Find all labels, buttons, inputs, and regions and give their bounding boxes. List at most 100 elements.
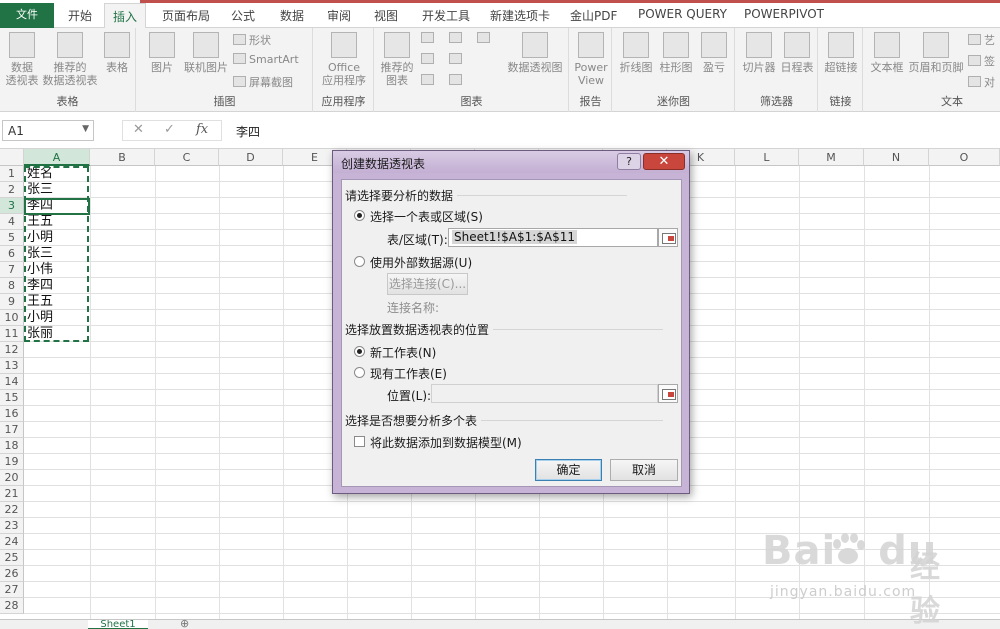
tab-developer[interactable]: 开发工具 — [422, 7, 470, 24]
row-header-2[interactable]: 2 — [0, 182, 24, 198]
col-header-c[interactable]: C — [155, 149, 219, 166]
location-collapse-icon[interactable] — [658, 384, 678, 403]
radio-external-source[interactable] — [354, 256, 365, 267]
row-header-11[interactable]: 11 — [0, 326, 24, 342]
formula-input[interactable]: 李四 — [236, 123, 260, 140]
tab-page-layout[interactable]: 页面布局 — [162, 7, 210, 24]
row-header-4[interactable]: 4 — [0, 214, 24, 230]
row-header-5[interactable]: 5 — [0, 230, 24, 246]
name-box[interactable]: A1 ▼ — [2, 120, 94, 141]
col-header-b[interactable]: B — [90, 149, 155, 166]
tab-file[interactable]: 文件 — [0, 3, 54, 28]
timeline-button[interactable]: 日程表 — [778, 32, 816, 74]
cancel-button[interactable]: 取消 — [610, 459, 678, 481]
office-apps-button[interactable]: Office 应用程序 — [318, 32, 370, 87]
sparkline-column-button[interactable]: 柱形图 — [657, 32, 695, 74]
recommended-pivot-button[interactable]: 推荐的 数据透视表 — [42, 32, 98, 87]
choose-connection-button[interactable]: 选择连接(C)... — [387, 273, 468, 295]
other-chart-button[interactable] — [449, 74, 465, 87]
row-header-16[interactable]: 16 — [0, 406, 24, 422]
add-sheet-icon[interactable]: ⊕ — [180, 617, 189, 629]
table-button[interactable]: 表格 — [102, 32, 132, 74]
row-header-15[interactable]: 15 — [0, 390, 24, 406]
pictures-button[interactable]: 图片 — [147, 32, 177, 74]
row-header-6[interactable]: 6 — [0, 246, 24, 262]
pivot-chart-button[interactable]: 数据透视图 — [505, 32, 565, 74]
tab-data[interactable]: 数据 — [280, 7, 304, 24]
row-header-21[interactable]: 21 — [0, 486, 24, 502]
bar-chart-button[interactable] — [421, 53, 437, 66]
row-header-12[interactable]: 12 — [0, 342, 24, 358]
data-model-checkbox-label[interactable]: 将此数据添加到数据模型(M) — [370, 434, 522, 451]
object-button[interactable]: 对 — [968, 74, 995, 90]
row-header-26[interactable]: 26 — [0, 566, 24, 582]
sheet-tab[interactable]: Sheet1 — [88, 620, 148, 629]
row-header-24[interactable]: 24 — [0, 534, 24, 550]
col-header-m[interactable]: M — [799, 149, 864, 166]
tab-powerpivot[interactable]: POWERPIVOT — [744, 7, 824, 21]
range-collapse-icon[interactable] — [658, 228, 678, 247]
sparkline-winloss-button[interactable]: 盈亏 — [699, 32, 729, 74]
tab-review[interactable]: 审阅 — [327, 7, 351, 24]
row-header-18[interactable]: 18 — [0, 438, 24, 454]
radio-new-worksheet-label[interactable]: 新工作表(N) — [370, 344, 436, 361]
row-header-28[interactable]: 28 — [0, 598, 24, 614]
power-view-button[interactable]: Power View — [574, 32, 608, 87]
row-header-7[interactable]: 7 — [0, 262, 24, 278]
row-header-3[interactable]: 3 — [0, 198, 24, 214]
select-all-corner[interactable] — [0, 149, 24, 166]
radio-existing-worksheet[interactable] — [354, 367, 365, 378]
row-header-23[interactable]: 23 — [0, 518, 24, 534]
line-chart-button[interactable] — [449, 32, 465, 45]
range-input[interactable]: Sheet1!$A$1:$A$11 — [448, 228, 658, 247]
pie-chart-button[interactable] — [421, 74, 437, 87]
signature-button[interactable]: 签 — [968, 53, 995, 69]
enter-icon[interactable]: ✓ — [164, 122, 175, 137]
row-header-13[interactable]: 13 — [0, 358, 24, 374]
radio-select-range[interactable] — [354, 210, 365, 221]
tab-home[interactable]: 开始 — [68, 7, 92, 24]
dialog-title-bar[interactable]: 创建数据透视表 ? ✕ — [333, 151, 689, 173]
sparkline-line-button[interactable]: 折线图 — [617, 32, 655, 74]
hyperlink-button[interactable]: 超链接 — [822, 32, 860, 74]
row-header-1[interactable]: 1 — [0, 166, 24, 182]
data-model-checkbox[interactable] — [354, 436, 365, 447]
col-header-a[interactable]: A — [24, 149, 90, 166]
row-header-27[interactable]: 27 — [0, 582, 24, 598]
recommended-charts-button[interactable]: 推荐的 图表 — [379, 32, 415, 87]
header-footer-button[interactable]: 页眉和页脚 — [906, 32, 966, 74]
close-button[interactable]: ✕ — [643, 153, 685, 170]
row-header-17[interactable]: 17 — [0, 422, 24, 438]
active-cell[interactable] — [24, 198, 90, 215]
col-header-o[interactable]: O — [929, 149, 1000, 166]
location-input[interactable] — [431, 384, 658, 403]
row-header-22[interactable]: 22 — [0, 502, 24, 518]
textbox-button[interactable]: 文本框 — [868, 32, 906, 74]
col-header-n[interactable]: N — [864, 149, 929, 166]
screenshot-button[interactable]: 屏幕截图 — [233, 74, 293, 90]
tab-view[interactable]: 视图 — [374, 7, 398, 24]
column-chart-button[interactable] — [421, 32, 437, 45]
row-header-14[interactable]: 14 — [0, 374, 24, 390]
smartart-button[interactable]: SmartArt — [233, 53, 299, 66]
tab-wps-pdf[interactable]: 金山PDF — [570, 7, 617, 24]
row-header-25[interactable]: 25 — [0, 550, 24, 566]
help-button[interactable]: ? — [617, 153, 641, 170]
radio-external-source-label[interactable]: 使用外部数据源(U) — [370, 254, 472, 271]
online-pictures-button[interactable]: 联机图片 — [181, 32, 231, 74]
tab-insert[interactable]: 插入 — [104, 3, 147, 29]
slicer-button[interactable]: 切片器 — [740, 32, 778, 74]
row-header-8[interactable]: 8 — [0, 278, 24, 294]
col-header-l[interactable]: L — [735, 149, 799, 166]
tab-new[interactable]: 新建选项卡 — [490, 7, 550, 24]
row-header-20[interactable]: 20 — [0, 470, 24, 486]
chevron-down-icon[interactable]: ▼ — [82, 124, 89, 134]
insert-function-icon[interactable]: fx — [196, 122, 208, 137]
radio-select-range-label[interactable]: 选择一个表或区域(S) — [370, 208, 483, 225]
radio-existing-worksheet-label[interactable]: 现有工作表(E) — [370, 365, 447, 382]
ok-button[interactable]: 确定 — [535, 459, 602, 481]
shapes-button[interactable]: 形状 — [233, 32, 271, 48]
cancel-icon[interactable]: ✕ — [133, 122, 144, 137]
area-chart-button[interactable] — [449, 53, 465, 66]
wordart-button[interactable]: 艺 — [968, 32, 995, 48]
